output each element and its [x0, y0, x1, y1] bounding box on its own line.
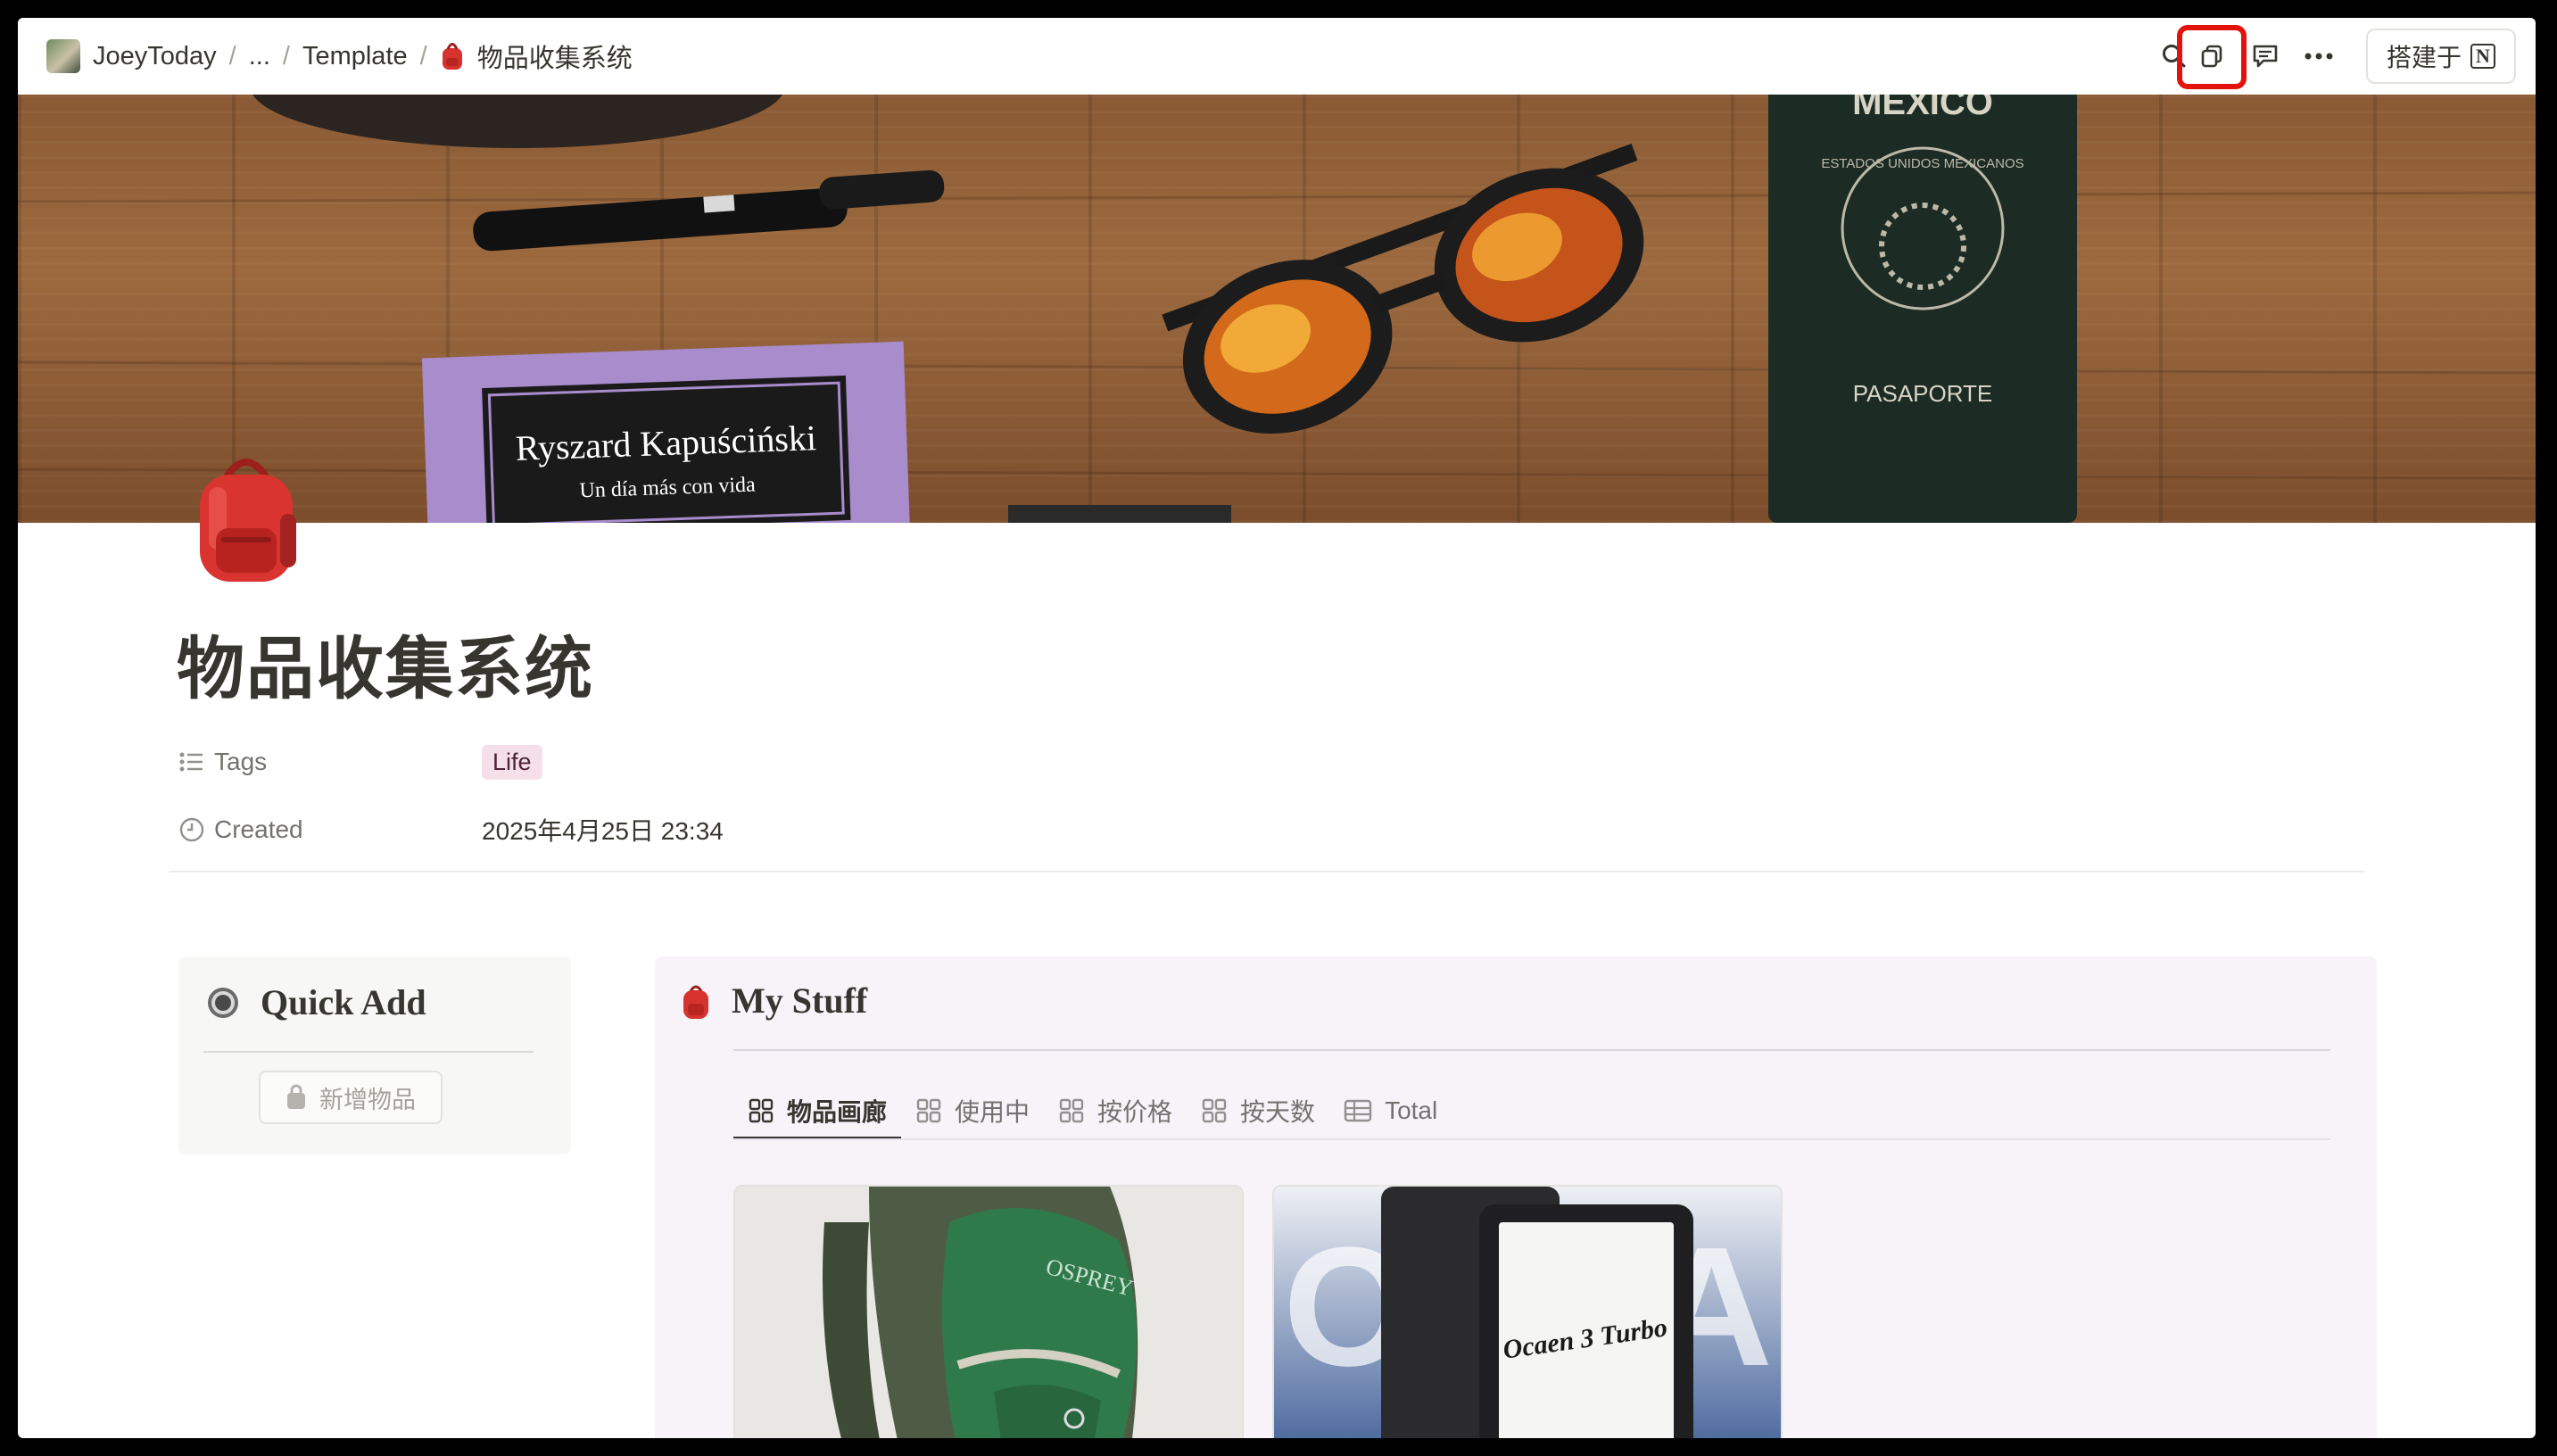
my-stuff-divider: [733, 1049, 2330, 1051]
my-stuff-title: My Stuff: [732, 980, 868, 1021]
property-tags: Tags Life: [178, 740, 542, 783]
page-backpack-icon[interactable]: [184, 451, 309, 585]
comment-icon: [2253, 45, 2278, 68]
backpack-icon: [683, 985, 708, 1019]
workspace-name: JoeyToday: [93, 41, 217, 70]
created-value: 2025年4月25日 23:34: [482, 817, 724, 845]
tab-label: 按天数: [1240, 1098, 1316, 1126]
quick-add-divider: [203, 1051, 534, 1053]
tab-by-price[interactable]: 按价格: [1044, 1081, 1187, 1140]
built-with-label: 搭建于: [2386, 44, 2462, 71]
breadcrumb-page[interactable]: 物品收集系统: [434, 37, 638, 75]
clock-icon: [179, 817, 204, 842]
property-tags-name[interactable]: Tags: [178, 748, 482, 776]
gallery-card-ereader[interactable]: OCEAN3 Ocaen 3 Turbo: [1272, 1185, 1783, 1438]
tags-label: Tags: [214, 748, 268, 775]
more-options-button[interactable]: [2298, 36, 2339, 77]
tab-label: 物品画廊: [787, 1098, 888, 1126]
built-with-notion-button[interactable]: 搭建于 N: [2366, 29, 2516, 84]
lock-bag-icon: [287, 1084, 305, 1109]
gallery-icon: [916, 1098, 941, 1123]
svg-text:PASAPORTE: PASAPORTE: [1853, 380, 1993, 407]
cover-illustration: Ryszard Kapuściński Un día más con vida …: [18, 95, 2536, 523]
tab-gallery[interactable]: 物品画廊: [733, 1081, 902, 1140]
my-stuff-callout: My Stuff 物品画廊 使用中 按价格 按天数 Total OSPREY O…: [655, 956, 2377, 1438]
svg-text:MEXICO: MEXICO: [1852, 95, 1993, 122]
breadcrumb-separator: /: [419, 41, 427, 70]
svg-text:ESTADOS UNIDOS MEXICANOS: ESTADOS UNIDOS MEXICANOS: [1821, 156, 2023, 171]
view-tabs: 物品画廊 使用中 按价格 按天数 Total: [733, 1081, 1452, 1140]
app-window: JoeyToday / ... / Template / 物品收集系统 搭建于 …: [18, 18, 2536, 1438]
tag-life[interactable]: Life: [482, 744, 542, 780]
tab-total[interactable]: Total: [1329, 1081, 1452, 1140]
breadcrumb: JoeyToday / ... / Template / 物品收集系统: [41, 34, 638, 79]
breadcrumb-separator: /: [228, 41, 236, 70]
gallery-icon: [1059, 1098, 1084, 1123]
top-bar: JoeyToday / ... / Template / 物品收集系统 搭建于 …: [18, 18, 2536, 95]
template-label: Template: [302, 41, 408, 70]
quick-add-heading: Quick Add: [205, 981, 426, 1023]
divider: [170, 871, 2364, 873]
notion-logo-icon: N: [2470, 44, 2495, 69]
tab-label: Total: [1385, 1096, 1438, 1124]
property-created: Created 2025年4月25日 23:34: [178, 808, 724, 851]
breadcrumb-ellipsis[interactable]: ...: [244, 42, 276, 71]
more-horizontal-icon: [2305, 53, 2333, 60]
cover-image[interactable]: Ryszard Kapuściński Un día más con vida …: [18, 95, 2536, 523]
quick-add-callout: Quick Add 新增物品: [178, 956, 571, 1154]
tabs-divider: [733, 1138, 2330, 1140]
breadcrumb-separator: /: [282, 41, 290, 70]
workspace-avatar: [46, 39, 80, 73]
add-item-label: 新增物品: [319, 1086, 416, 1113]
ellipsis-label: ...: [248, 41, 270, 70]
breadcrumb-template[interactable]: Template: [297, 42, 413, 71]
breadcrumb-workspace[interactable]: JoeyToday: [41, 39, 222, 73]
table-icon: [1344, 1099, 1372, 1122]
tab-label: 按价格: [1097, 1098, 1173, 1126]
marker-pen: [473, 170, 945, 252]
property-created-name[interactable]: Created: [178, 815, 482, 844]
tab-label: 使用中: [955, 1098, 1030, 1126]
tab-by-days[interactable]: 按天数: [1187, 1081, 1329, 1140]
quick-add-title: Quick Add: [261, 982, 426, 1022]
list-icon: [179, 752, 203, 772]
card-image-backpack: OSPREY: [735, 1187, 1242, 1438]
comments-button[interactable]: [2245, 36, 2286, 77]
created-label: Created: [214, 815, 303, 843]
gallery-icon: [749, 1098, 774, 1123]
page-crumb-label: 物品收集系统: [476, 45, 633, 73]
add-item-button[interactable]: 新增物品: [259, 1071, 443, 1124]
duplicate-highlight-box: [2177, 25, 2247, 89]
gallery-card-backpack[interactable]: OSPREY: [733, 1185, 1244, 1438]
page-title[interactable]: 物品收集系统: [177, 614, 594, 712]
card-image-ereader: OCEAN3 Ocaen 3 Turbo: [1274, 1187, 1781, 1438]
tab-in-use[interactable]: 使用中: [901, 1081, 1044, 1140]
my-stuff-heading: My Stuff: [680, 980, 867, 1022]
backpack-icon: [442, 43, 462, 70]
radio-button-icon: [208, 987, 238, 1018]
gallery-icon: [1202, 1098, 1227, 1123]
